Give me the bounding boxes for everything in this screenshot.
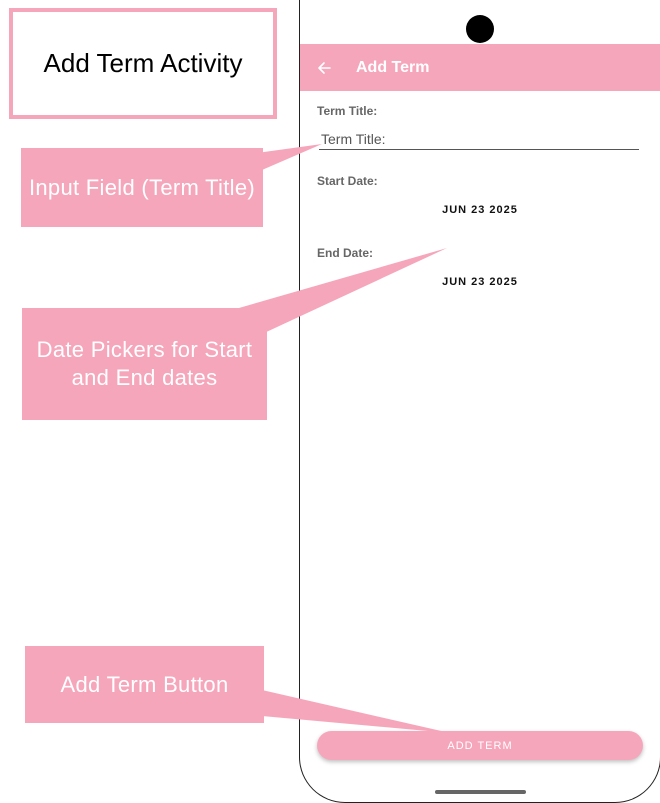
end-date-picker[interactable]: JUN 23 2025 — [360, 270, 600, 294]
term-title-input[interactable] — [319, 128, 639, 150]
date-pickers-callout-text: Date Pickers for Start and End dates — [36, 337, 253, 390]
end-date-label: End Date: — [317, 246, 374, 260]
start-date-picker[interactable]: JUN 23 2025 — [360, 198, 600, 222]
activity-title: Add Term Activity — [43, 48, 243, 78]
camera-cutout — [466, 15, 494, 43]
add-term-button-callout-text: Add Term Button — [60, 671, 229, 697]
date-pickers-callout: Date Pickers for Start and End dates — [22, 308, 267, 420]
activity-title-box: Add Term Activity — [9, 8, 277, 119]
add-term-button[interactable]: ADD TERM — [317, 731, 643, 760]
term-title-label: Term Title: — [317, 104, 378, 118]
home-indicator — [435, 790, 526, 794]
app-bar: Add Term — [300, 44, 660, 91]
input-field-callout-text: Input Field (Term Title) — [28, 174, 256, 200]
arrow-left-icon[interactable] — [316, 60, 332, 76]
input-field-callout: Input Field (Term Title) — [21, 148, 263, 227]
add-term-button-callout: Add Term Button — [25, 646, 264, 723]
phone-frame: Add Term Term Title: Start Date: JUN 23 … — [299, 0, 660, 803]
start-date-label: Start Date: — [317, 174, 378, 188]
app-bar-title: Add Term — [356, 58, 430, 76]
